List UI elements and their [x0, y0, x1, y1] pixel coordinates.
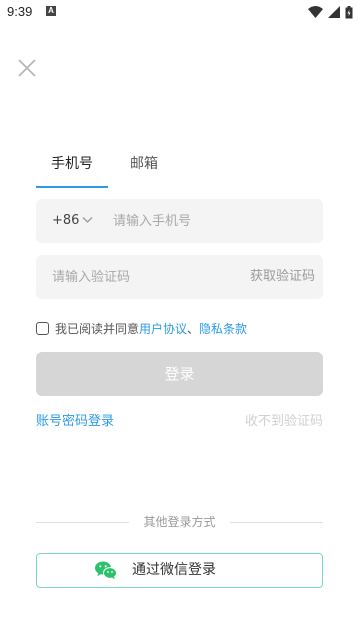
wifi-icon [308, 6, 323, 18]
agreement-prefix: 我已阅读并同意 [55, 321, 140, 336]
wechat-login-label: 通过微信登录 [132, 562, 216, 578]
divider-line-right [230, 522, 323, 523]
wechat-login-button[interactable]: 通过微信登录 [36, 553, 323, 588]
agreement-separator: 、 [187, 321, 200, 336]
terms-link[interactable]: 用户协议 [139, 320, 187, 337]
status-time: 9:39 [7, 4, 33, 19]
get-code-button[interactable]: 获取验证码 [250, 255, 315, 299]
country-code-selector[interactable]: +86 [52, 199, 79, 243]
no-code-link[interactable]: 收不到验证码 [245, 410, 323, 429]
password-login-link[interactable]: 账号密码登录 [36, 410, 114, 429]
status-bar: 9:39 A [0, 0, 359, 24]
notification-a-icon: A [46, 6, 56, 16]
cell-signal-icon [328, 6, 340, 18]
agreement-checkbox[interactable] [36, 321, 49, 335]
tab-phone[interactable]: 手机号 [36, 150, 108, 188]
privacy-link[interactable]: 隐私条款 [199, 320, 247, 337]
login-method-tabs: 手机号 邮箱 [36, 150, 323, 190]
other-login-divider: 其他登录方式 [36, 513, 323, 531]
close-icon [18, 59, 36, 77]
active-tab-indicator [36, 186, 108, 188]
phone-input[interactable] [113, 199, 313, 243]
code-input-container: 获取验证码 [36, 255, 323, 299]
battery-icon [345, 5, 353, 18]
status-icons [308, 5, 353, 19]
wechat-icon [95, 561, 117, 580]
phone-input-container: +86 [36, 199, 323, 243]
login-button[interactable]: 登录 [36, 352, 323, 396]
close-button[interactable] [16, 57, 38, 79]
agreement-row: 我已阅读并同意 用户协议 、 隐私条款 [36, 319, 247, 337]
chevron-down-icon[interactable] [82, 216, 93, 224]
verification-code-input[interactable] [52, 255, 232, 299]
tab-email[interactable]: 邮箱 [130, 150, 158, 188]
